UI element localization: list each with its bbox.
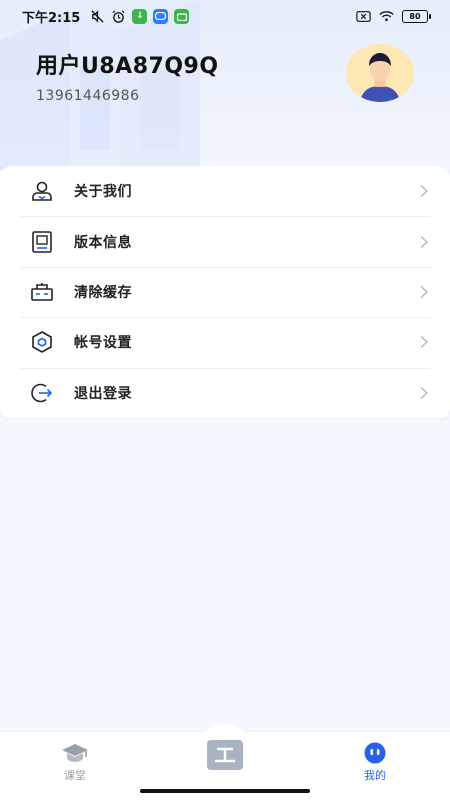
menu-label: 清除缓存 xyxy=(74,284,132,301)
workbench-icon xyxy=(207,740,243,770)
menu-item-clear-cache[interactable]: 清除缓存 xyxy=(0,266,450,317)
chevron-right-icon xyxy=(420,386,429,399)
user-name: 用户U8A87Q9Q xyxy=(36,54,219,79)
menu-item-version-info[interactable]: 版本信息 xyxy=(0,216,450,266)
status-time: 下午2:15 xyxy=(22,10,81,26)
home-indicator[interactable] xyxy=(140,789,310,793)
nav-tab-classroom[interactable]: 课堂 xyxy=(40,742,110,783)
nav-label: 课堂 xyxy=(64,769,86,782)
avatar[interactable] xyxy=(346,44,414,102)
menu-label: 帐号设置 xyxy=(74,335,132,352)
wifi-icon xyxy=(379,9,394,24)
graduation-cap-icon xyxy=(62,744,88,762)
mute-icon xyxy=(90,9,105,24)
robot-face-icon xyxy=(364,742,386,764)
account-settings-icon xyxy=(30,330,54,354)
settings-menu: 关于我们 版本信息 清除缓存 帐号设置 退出登录 xyxy=(0,166,450,418)
clear-cache-icon xyxy=(30,280,54,304)
status-bar: 下午2:15 ↓ 80 xyxy=(0,0,450,32)
game-app-icon xyxy=(153,8,169,24)
alarm-icon xyxy=(111,9,126,24)
menu-item-logout[interactable]: 退出登录 xyxy=(0,367,450,418)
sim-x-icon xyxy=(356,9,371,24)
logout-icon xyxy=(30,381,54,405)
menu-label: 版本信息 xyxy=(74,234,132,251)
chevron-right-icon xyxy=(420,336,429,349)
chevron-right-icon xyxy=(420,285,429,298)
profile-info: 用户U8A87Q9Q 13961446986 xyxy=(36,48,219,104)
nav-tab-mine[interactable]: 我的 xyxy=(340,742,410,783)
nav-tab-workbench[interactable] xyxy=(207,740,243,770)
menu-item-account-settings[interactable]: 帐号设置 xyxy=(0,317,450,367)
version-info-icon xyxy=(30,230,54,254)
menu-item-about-us[interactable]: 关于我们 xyxy=(0,166,450,216)
battery-level: 80 xyxy=(409,11,421,21)
menu-label: 退出登录 xyxy=(74,385,132,402)
user-phone: 13961446986 xyxy=(36,88,140,104)
about-us-icon xyxy=(30,179,54,203)
menu-label: 关于我们 xyxy=(74,184,132,201)
chevron-right-icon xyxy=(420,235,429,248)
nav-label: 我的 xyxy=(364,769,386,782)
avatar-person-icon xyxy=(346,44,414,102)
download-app-icon: ↓ xyxy=(132,8,148,24)
android-app-icon xyxy=(174,8,190,24)
chevron-right-icon xyxy=(420,185,429,198)
battery-icon: 80 xyxy=(402,9,431,23)
